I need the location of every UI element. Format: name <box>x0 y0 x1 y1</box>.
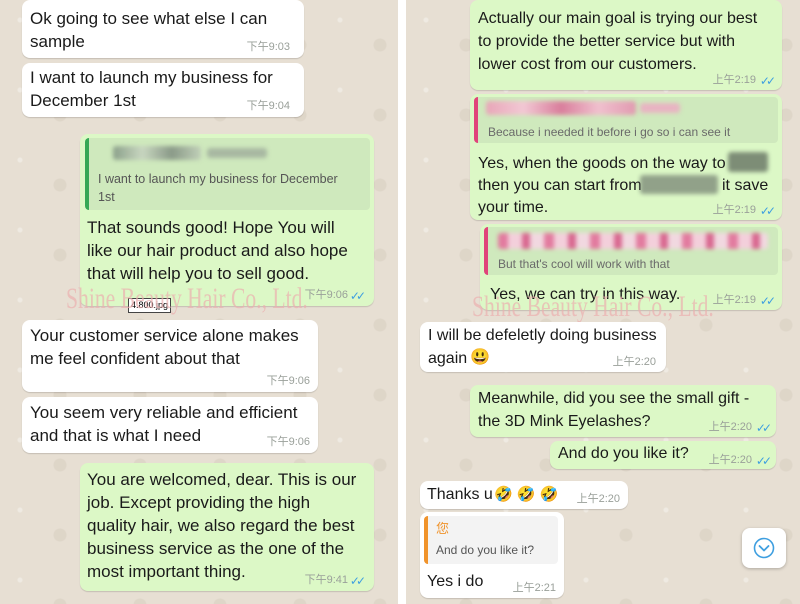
message-time: 下午9:06 <box>304 289 348 301</box>
message-text: Your customer service alone makes me fee… <box>30 326 299 368</box>
quoted-message[interactable]: I want to launch my business for Decembe… <box>85 138 370 210</box>
message-text: You are welcomed, dear. This is our job.… <box>87 470 357 581</box>
emoji: 🤣 🤣 🤣 <box>494 486 559 503</box>
file-name-tooltip: 4.800.jpg <box>128 298 172 313</box>
message-text: That sounds good! Hope You will like our… <box>87 218 348 283</box>
incoming-message[interactable]: Your customer service alone makes me fee… <box>22 320 318 392</box>
message-time: 下午9:41 <box>304 574 348 586</box>
message-time: 上午2:21 <box>512 582 556 594</box>
blurred-sender-name <box>207 148 267 158</box>
blurred-sender-name <box>486 101 636 115</box>
message-time: 下午9:03 <box>246 41 290 53</box>
quoted-text: But that's cool will work with that <box>498 257 670 271</box>
incoming-message[interactable]: You seem very reliable and efficient and… <box>22 397 318 453</box>
quoted-text: I want to launch my business for Decembe… <box>98 172 338 204</box>
message-time: 上午2:20 <box>708 421 752 433</box>
blurred-sender-name <box>498 233 768 249</box>
outgoing-reply-message[interactable]: Because i needed it before i go so i can… <box>470 94 782 220</box>
outgoing-reply-message[interactable]: But that's cool will work with that Yes,… <box>480 224 782 310</box>
blurred-sender-name <box>113 146 201 160</box>
message-time: 上午2:19 <box>712 204 756 216</box>
message-time: 下午9:04 <box>246 100 290 112</box>
quoted-text: Because i needed it before i go so i can… <box>488 125 731 139</box>
message-text: Yes, we can try in this way. <box>490 286 681 303</box>
message-time: 下午9:06 <box>266 375 310 387</box>
message-time: 下午9:06 <box>266 436 310 448</box>
double-check-icon: ✓✓ <box>349 574 366 588</box>
message-text: Ok going to see what else I can sample <box>30 9 268 51</box>
message-text: it save <box>722 177 769 194</box>
double-check-icon: ✓✓ <box>759 204 776 218</box>
incoming-message[interactable]: Thanks u 🤣 🤣 🤣 上午2:20 <box>420 481 628 509</box>
message-text: your time. <box>478 199 549 216</box>
message-time: 上午2:20 <box>708 454 752 466</box>
message-text: I want to launch my business for Decembe… <box>30 68 273 110</box>
message-text: Yes, when the goods on the way to <box>478 155 726 172</box>
redacted-text <box>728 152 768 172</box>
redacted-text <box>640 175 718 194</box>
double-check-icon: ✓✓ <box>759 74 776 88</box>
left-chat-screenshot: Ok going to see what else I can sample 下… <box>0 0 398 604</box>
outgoing-message[interactable]: Actually our main goal is trying our bes… <box>470 0 782 90</box>
message-time: 上午2:20 <box>576 493 620 505</box>
quoted-message[interactable]: But that's cool will work with that <box>484 227 778 275</box>
blurred-sender-name <box>640 103 680 113</box>
message-text: Thanks u <box>427 486 493 503</box>
double-check-icon: ✓✓ <box>759 294 776 308</box>
message-text: And do you like it? <box>558 445 689 462</box>
incoming-message[interactable]: I want to launch my business for Decembe… <box>22 63 304 117</box>
quote-author: 您 <box>436 521 450 536</box>
right-chat-screenshot: Actually our main goal is trying our bes… <box>406 0 800 604</box>
quoted-message[interactable]: Because i needed it before i go so i can… <box>474 97 778 143</box>
quoted-text: And do you like it? <box>436 543 535 557</box>
quoted-message[interactable]: 您 And do you like it? <box>424 516 558 564</box>
double-check-icon: ✓✓ <box>349 289 366 303</box>
emoji: 😃 <box>470 349 490 366</box>
outgoing-message[interactable]: And do you like it? 上午2:20 ✓✓ <box>550 441 776 469</box>
chevron-down-icon <box>753 537 775 559</box>
message-text: You seem very reliable and efficient and… <box>30 403 298 445</box>
message-text: Yes i do <box>427 573 484 590</box>
outgoing-reply-message[interactable]: I want to launch my business for Decembe… <box>80 134 374 306</box>
message-time: 上午2:20 <box>612 356 656 368</box>
message-text: then you can start from <box>478 177 642 194</box>
outgoing-message[interactable]: You are welcomed, dear. This is our job.… <box>80 463 374 591</box>
incoming-message[interactable]: I will be defeletly doing business again… <box>420 322 666 372</box>
message-time: 上午2:19 <box>712 74 756 86</box>
incoming-message[interactable]: Ok going to see what else I can sample 下… <box>22 0 304 58</box>
scroll-to-bottom-button[interactable] <box>742 528 786 568</box>
message-text: Actually our main goal is trying our bes… <box>478 10 758 73</box>
outgoing-message[interactable]: Meanwhile, did you see the small gift - … <box>470 385 776 437</box>
double-check-icon: ✓✓ <box>755 421 772 435</box>
double-check-icon: ✓✓ <box>755 454 772 468</box>
message-time: 上午2:19 <box>712 294 756 306</box>
incoming-reply-message[interactable]: 您 And do you like it? Yes i do 上午2:21 <box>420 512 564 598</box>
